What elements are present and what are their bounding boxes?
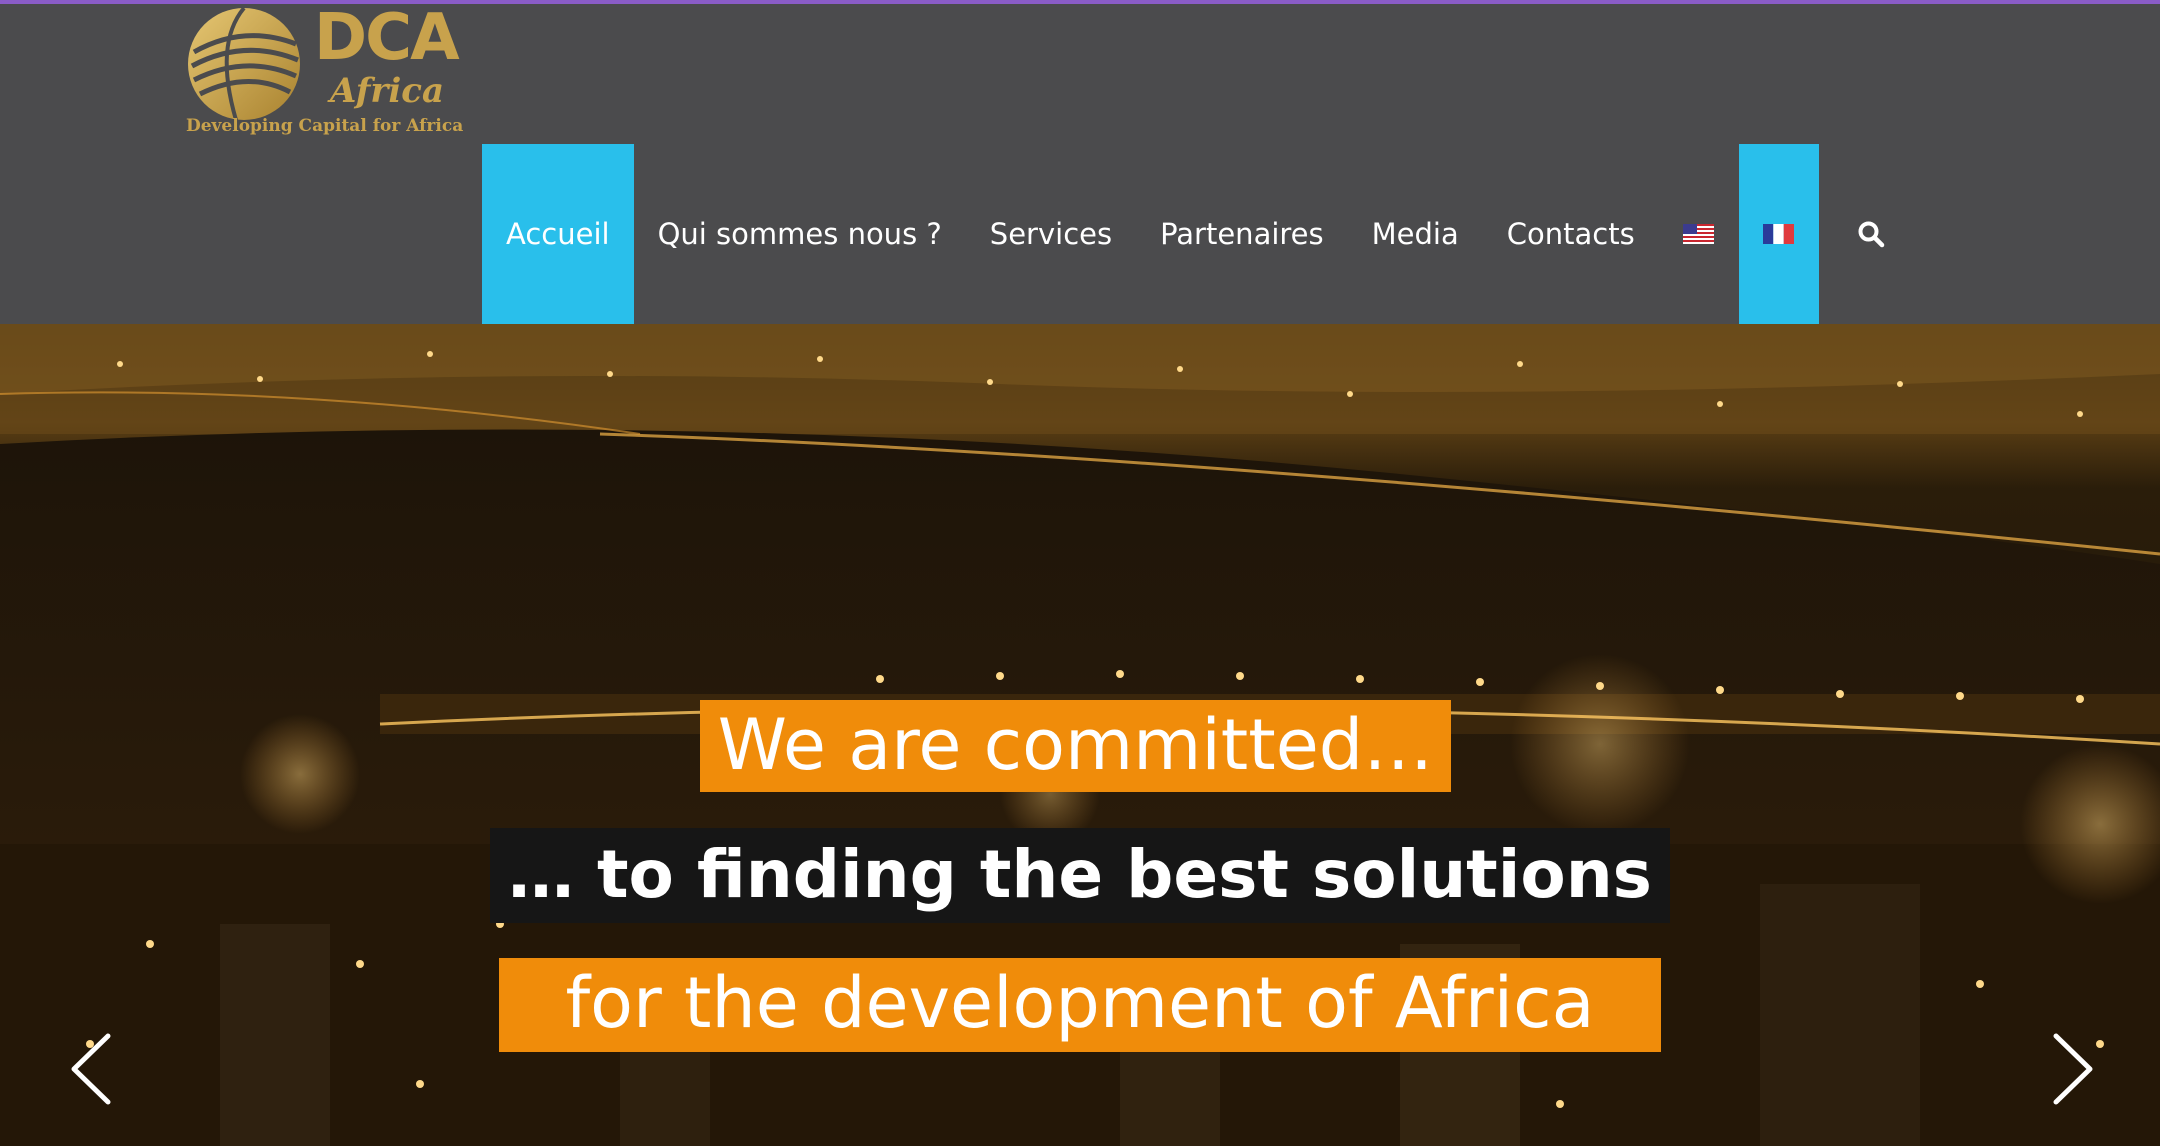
chevron-left-icon [71, 1033, 111, 1105]
logo-title: DCA [314, 1, 460, 75]
hero-caption-2-text: … to finding the best solutions [490, 828, 1670, 923]
nav-item-media[interactable]: Media [1348, 144, 1483, 324]
hero-caption-line-2: … to finding the best solutions [0, 828, 2160, 923]
site-logo[interactable]: DCA Africa Developing Capital for Africa [184, 4, 464, 144]
search-button[interactable] [1819, 144, 1923, 324]
nav-item-contacts[interactable]: Contacts [1483, 144, 1659, 324]
nav-item-services[interactable]: Services [966, 144, 1136, 324]
hero-caption-1-text: We are committed… [699, 700, 1452, 792]
search-icon [1858, 221, 1884, 248]
hero-slider: We are committed… … to finding the best … [0, 324, 2160, 1146]
logo-subtitle: Africa [330, 71, 444, 111]
nav-item-accueil[interactable]: Accueil [482, 144, 634, 324]
main-navigation: Accueil Qui sommes nous ? Services Parte… [482, 144, 1923, 324]
hero-caption-3-text: for the development of Africa [499, 958, 1661, 1052]
us-flag-icon [1683, 224, 1715, 244]
wing-emblem-icon [188, 6, 300, 121]
hero-caption-line-3: for the development of Africa [0, 958, 2160, 1052]
slider-next-button[interactable] [2042, 1024, 2102, 1114]
language-english[interactable] [1659, 144, 1739, 324]
language-french[interactable] [1738, 144, 1819, 324]
nav-item-qui-sommes-nous[interactable]: Qui sommes nous ? [634, 144, 966, 324]
site-header: DCA Africa Developing Capital for Africa… [0, 4, 2160, 324]
slider-prev-button[interactable] [62, 1024, 122, 1114]
chevron-right-icon [2053, 1033, 2093, 1105]
hero-caption-line-1: We are committed… [0, 700, 2160, 792]
nav-item-partenaires[interactable]: Partenaires [1136, 144, 1348, 324]
logo-tagline: Developing Capital for Africa [186, 116, 464, 136]
fr-flag-icon [1763, 224, 1795, 244]
